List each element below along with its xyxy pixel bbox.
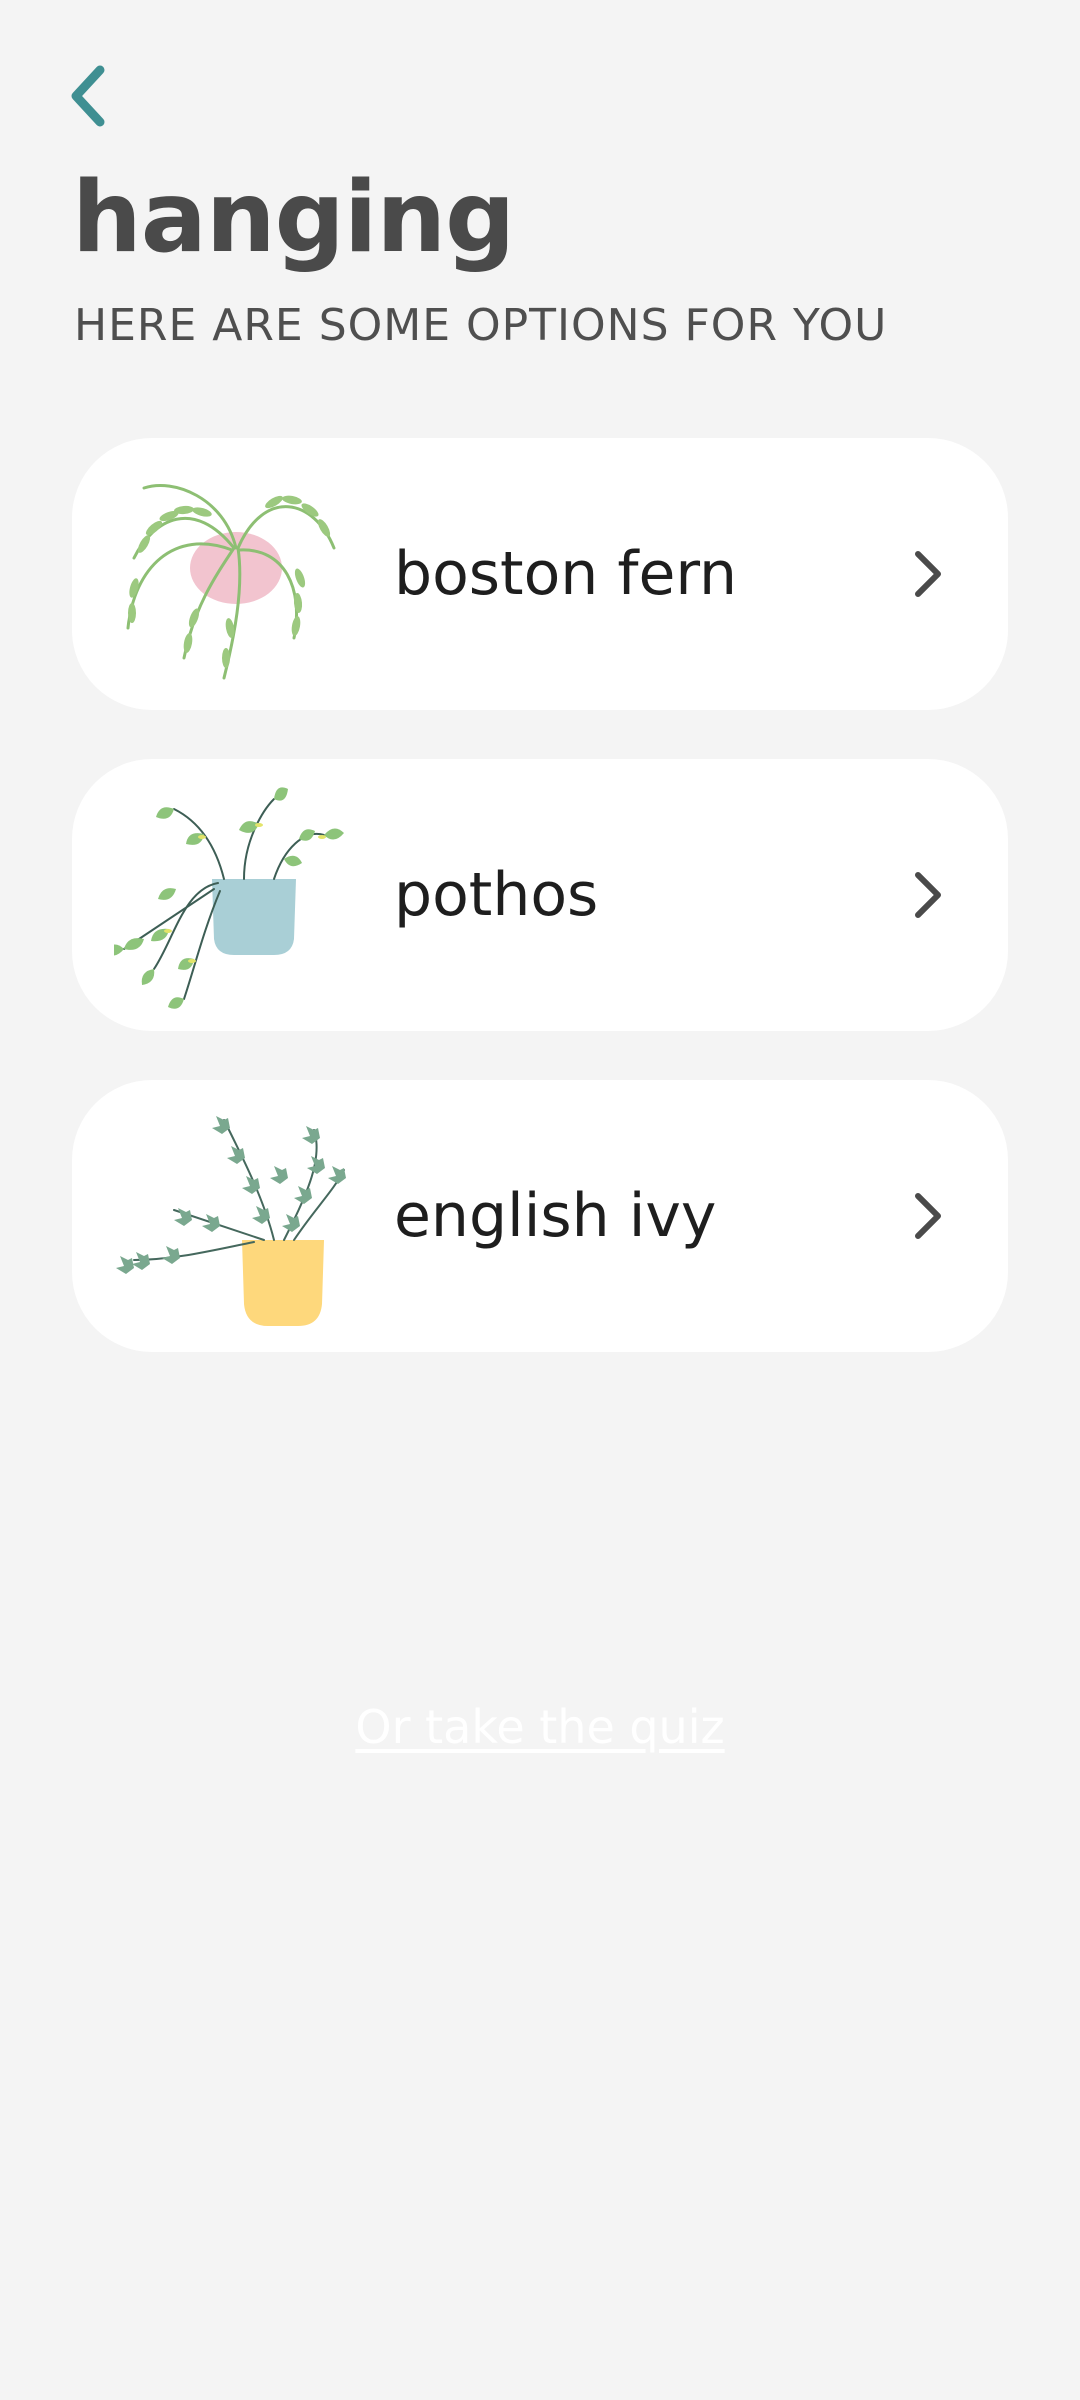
option-label: pothos [394,860,599,930]
option-card-boston-fern[interactable]: boston fern [72,438,1008,710]
page-title: hanging [72,161,515,275]
boston-fern-plant-icon [126,484,336,680]
english-ivy-plant-icon [116,1116,346,1326]
page-subtitle: HERE ARE SOME OPTIONS FOR YOU [74,300,888,351]
option-card-english-ivy[interactable]: english ivy [72,1080,1008,1352]
chevron-right-icon [915,872,941,918]
back-button[interactable] [62,62,118,130]
chevron-right-icon [915,551,941,597]
option-label: english ivy [394,1181,717,1251]
chevron-right-icon [915,1193,941,1239]
pothos-plant-icon [114,787,344,1009]
take-quiz-link[interactable]: Or take the quiz [0,1700,1080,1754]
option-label: boston fern [394,539,738,609]
option-card-pothos[interactable]: pothos [72,759,1008,1031]
chevron-left-icon [71,65,105,127]
